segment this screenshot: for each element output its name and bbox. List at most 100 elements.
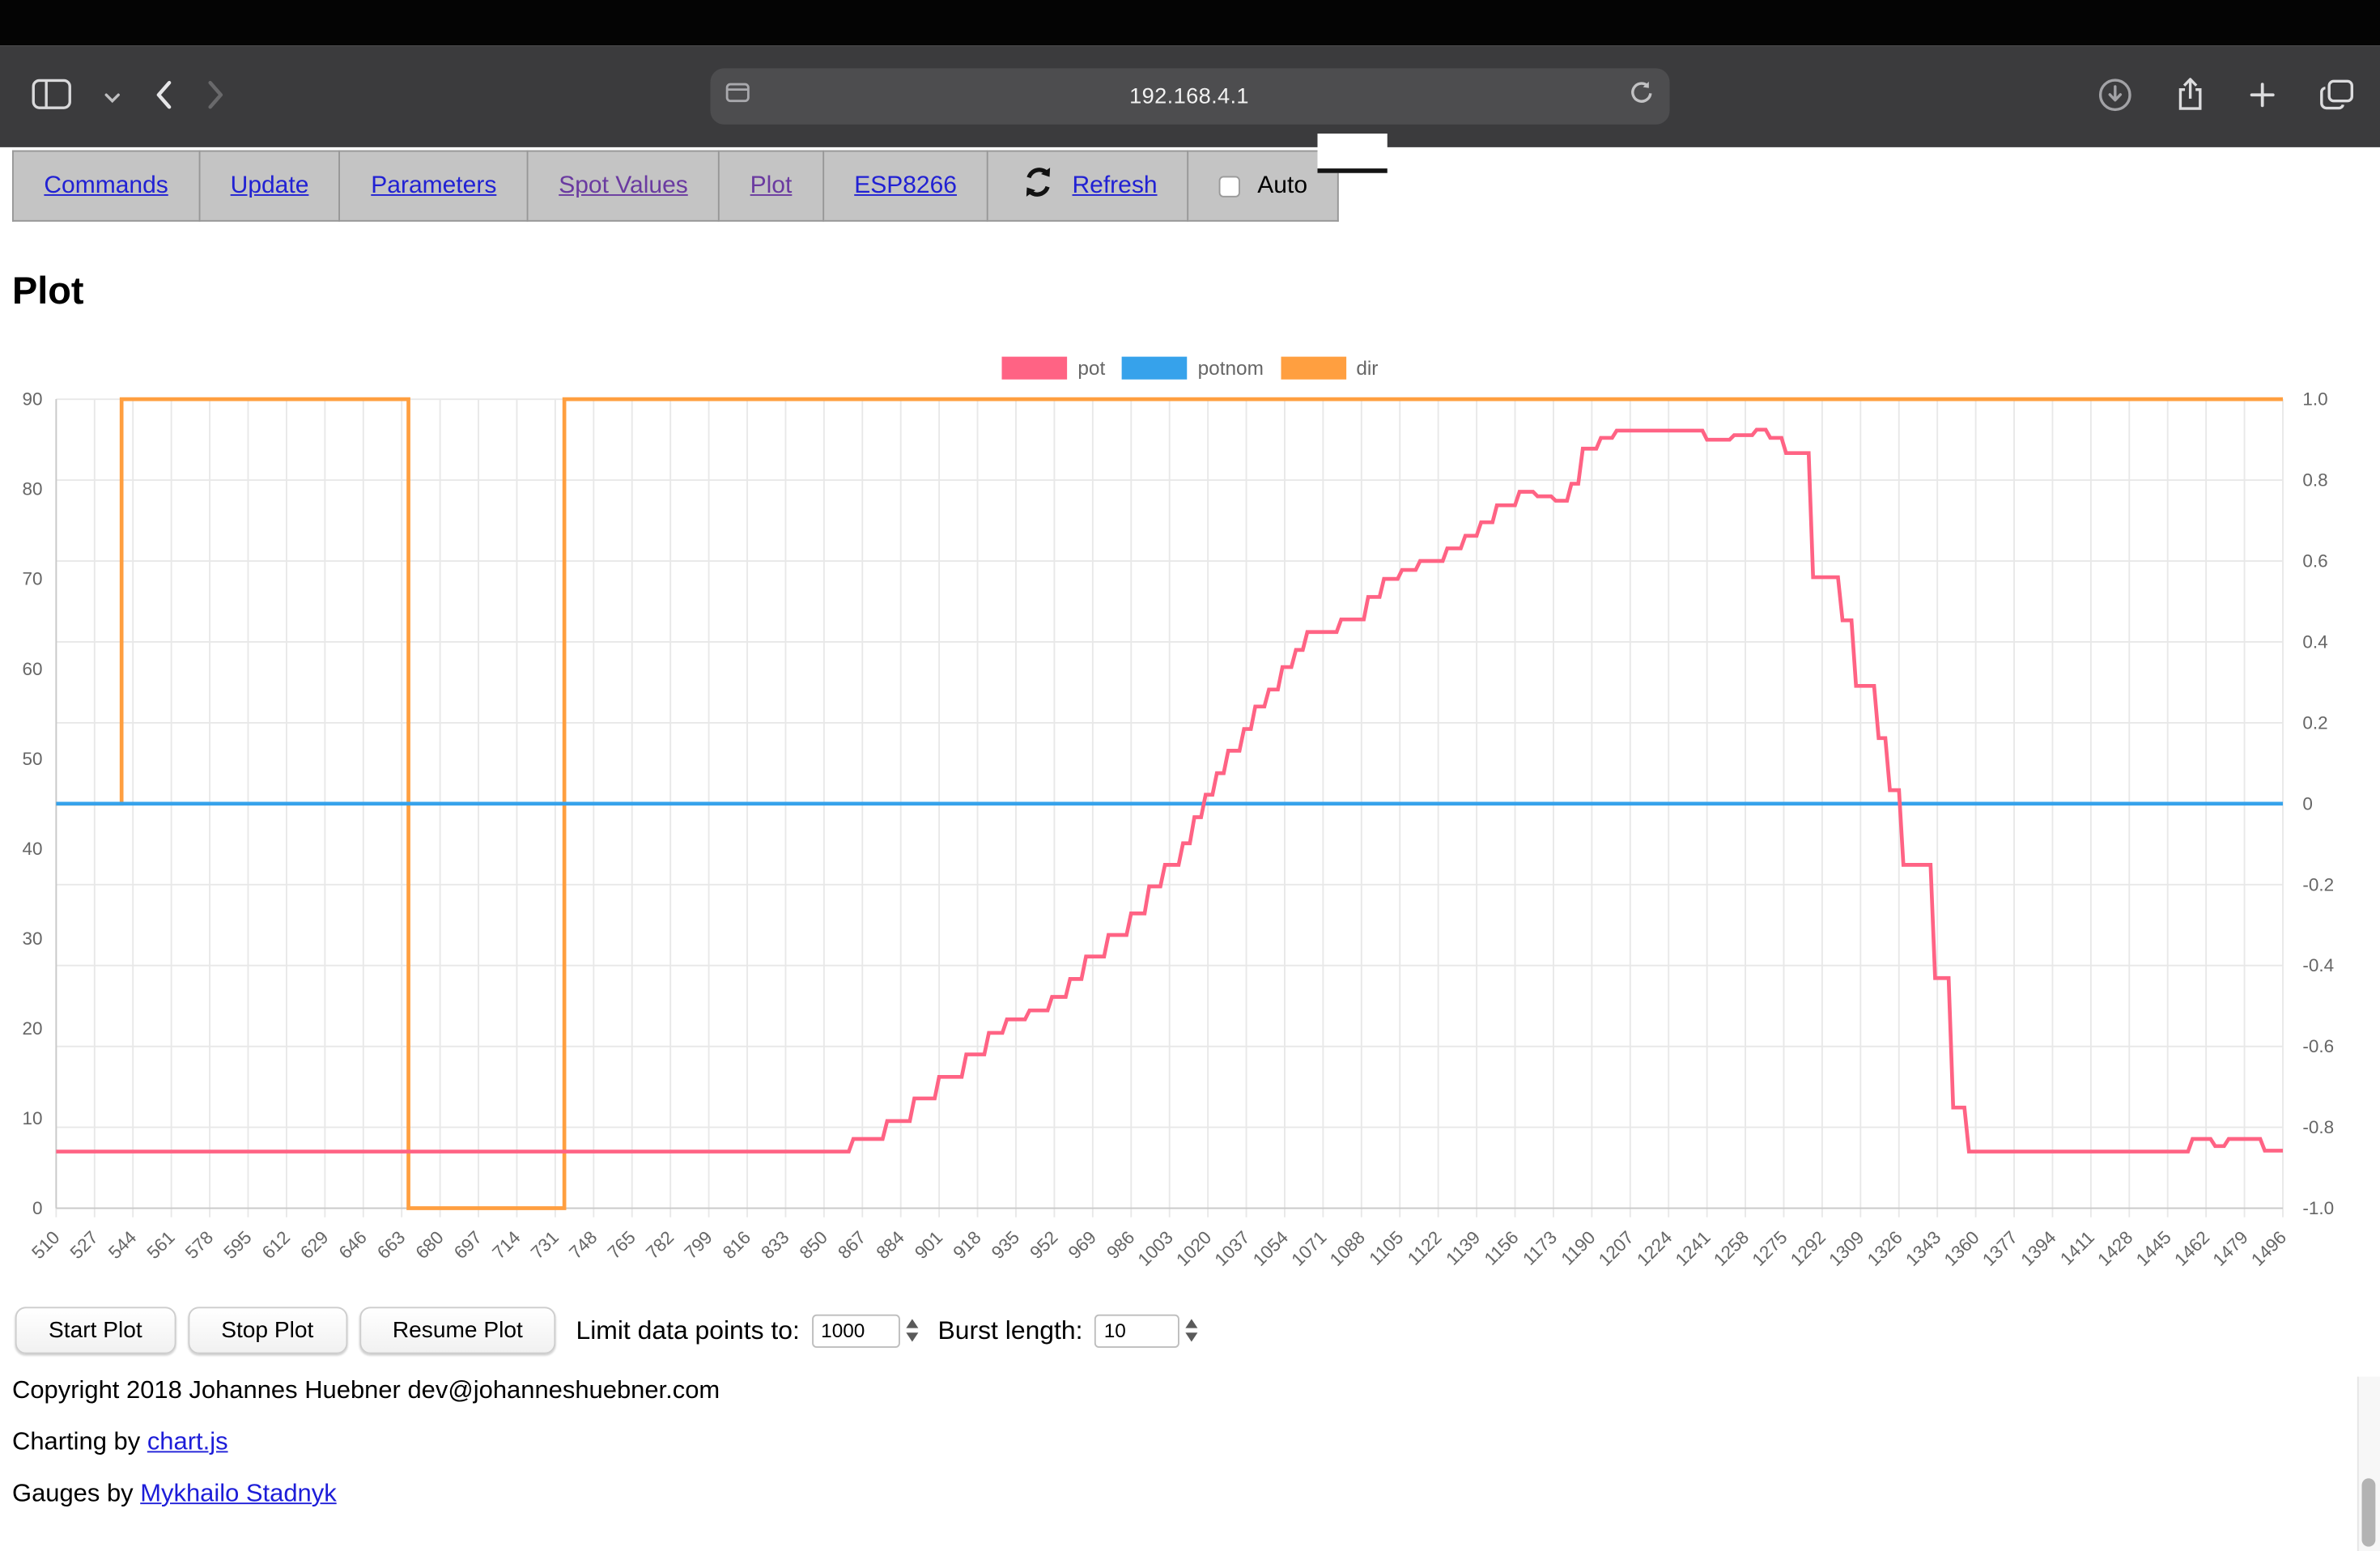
svg-text:1275: 1275 [1749,1227,1791,1270]
svg-text:1479: 1479 [2209,1227,2252,1270]
resume-plot-button[interactable]: Resume Plot [359,1307,557,1353]
website-icon[interactable] [725,82,750,111]
svg-text:-1.0: -1.0 [2302,1198,2334,1218]
plot-chart: 1.00.80.60.40.20-0.2-0.4-0.6-0.8-1.05105… [12,384,2368,1294]
sidebar-icon [32,79,71,114]
url-text[interactable]: 192.168.4.1 [750,84,1629,108]
svg-text:1241: 1241 [1672,1227,1715,1270]
limit-stepper[interactable] [906,1319,918,1341]
browser-toolbar: 192.168.4.1 [0,45,2380,147]
svg-text:1122: 1122 [1404,1227,1446,1269]
limit-data-points-input[interactable] [812,1314,900,1347]
refresh-circular-arrows-icon[interactable] [1019,163,1059,210]
page-title: Plot [12,270,2368,314]
top-black-strip [0,0,2380,45]
burst-stepper[interactable] [1186,1319,1198,1341]
legend-item-dir[interactable]: dir [1281,356,1379,379]
svg-text:680: 680 [412,1227,448,1263]
copyright-text: Copyright 2018 Johannes Huebner dev@joha… [12,1377,2368,1406]
svg-text:986: 986 [1103,1227,1138,1263]
stop-plot-button[interactable]: Stop Plot [188,1307,347,1353]
new-tab-button[interactable] [2243,75,2281,118]
download-icon [2097,77,2132,117]
svg-text:0.4: 0.4 [2302,631,2327,652]
svg-text:0.2: 0.2 [2302,712,2327,733]
tab-overview-button[interactable] [2314,74,2358,119]
unknown-artifact-box [1318,134,1388,173]
nav-link-esp8266[interactable]: ESP8266 [854,172,957,198]
svg-text:20: 20 [22,1018,42,1039]
svg-text:714: 714 [488,1227,524,1263]
svg-text:90: 90 [22,389,42,410]
burst-length-label: Burst length: [938,1315,1083,1346]
charting-credit: Charting by chart.js [12,1428,2368,1457]
downloads-button[interactable] [2093,72,2137,121]
stepper-up-icon[interactable] [906,1319,918,1328]
start-plot-button[interactable]: Start Plot [15,1307,176,1353]
stepper-down-icon[interactable] [906,1332,918,1341]
svg-text:1360: 1360 [1940,1227,1983,1270]
svg-text:0: 0 [32,1198,43,1218]
legend-label-pot: pot [1077,356,1105,379]
svg-text:629: 629 [296,1227,332,1263]
forward-button[interactable] [202,74,231,119]
nav-link-parameters[interactable]: Parameters [371,172,496,198]
svg-text:697: 697 [450,1227,486,1263]
svg-text:612: 612 [258,1227,294,1263]
nav-link-plot[interactable]: Plot [750,172,793,198]
plot-controls: Start Plot Stop Plot Resume Plot Limit d… [12,1307,2368,1353]
stepper-down-icon[interactable] [1186,1332,1198,1341]
svg-text:1071: 1071 [1287,1227,1330,1270]
back-button[interactable] [149,74,178,119]
nav-link-commands[interactable]: Commands [44,172,168,198]
svg-text:0.6: 0.6 [2302,551,2327,572]
svg-text:1224: 1224 [1633,1227,1676,1270]
svg-text:663: 663 [373,1227,409,1263]
svg-text:527: 527 [66,1227,102,1263]
chevron-down-icon [104,85,120,108]
svg-text:60: 60 [22,659,42,679]
svg-text:1377: 1377 [1978,1227,2021,1270]
legend-swatch-pot [1002,356,1068,379]
auto-refresh-checkbox[interactable] [1219,176,1240,197]
svg-text:1105: 1105 [1366,1227,1408,1269]
gauges-author-link[interactable]: Mykhailo Stadnyk [140,1480,336,1507]
burst-field-group [1094,1314,1198,1347]
svg-text:782: 782 [642,1227,678,1263]
burst-length-input[interactable] [1094,1314,1179,1347]
svg-text:-0.6: -0.6 [2302,1036,2334,1056]
legend-swatch-potnom [1122,356,1188,379]
nav-link-spot-values[interactable]: Spot Values [559,172,688,198]
svg-text:80: 80 [22,479,42,499]
chevron-right-icon [206,79,226,115]
share-button[interactable] [2170,71,2210,121]
svg-text:1445: 1445 [2132,1227,2175,1270]
svg-text:1139: 1139 [1442,1227,1484,1269]
legend-item-potnom[interactable]: potnom [1122,356,1264,379]
svg-text:799: 799 [681,1227,716,1263]
svg-text:-0.4: -0.4 [2302,955,2334,975]
svg-text:1037: 1037 [1211,1227,1254,1270]
legend-item-pot[interactable]: pot [1002,356,1106,379]
stepper-up-icon[interactable] [1186,1319,1198,1328]
svg-text:30: 30 [22,928,42,949]
svg-text:952: 952 [1026,1227,1061,1263]
address-bar[interactable]: 192.168.4.1 [711,68,1670,124]
chartjs-link[interactable]: chart.js [147,1428,228,1455]
svg-text:1054: 1054 [1249,1227,1292,1270]
svg-text:561: 561 [143,1227,179,1263]
scrollbar-thumb[interactable] [2362,1478,2376,1546]
sidebar-dropdown-button[interactable] [100,80,125,112]
svg-text:731: 731 [527,1227,563,1263]
sidebar-toggle-button[interactable] [28,74,76,118]
reload-icon[interactable] [1629,79,1655,113]
svg-text:1003: 1003 [1134,1227,1177,1270]
nav-bar: Commands Update Parameters Spot Values P… [12,151,1339,222]
chevron-left-icon [153,79,172,115]
nav-link-refresh[interactable]: Refresh [1072,172,1157,200]
svg-text:1173: 1173 [1519,1227,1561,1269]
svg-text:1326: 1326 [1864,1227,1906,1270]
svg-text:1088: 1088 [1326,1227,1369,1270]
toolbar-left-group [28,74,231,119]
nav-link-update[interactable]: Update [231,172,309,198]
